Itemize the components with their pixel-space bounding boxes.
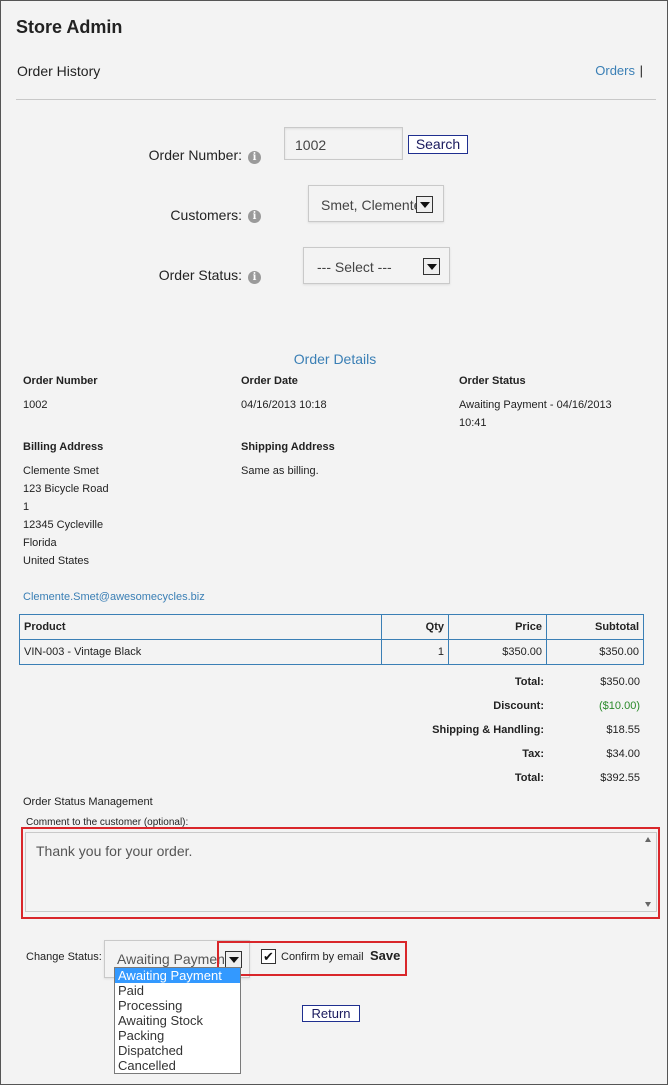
nav-separator: | (639, 63, 643, 78)
order-number-heading: Order Number (23, 375, 98, 387)
return-button[interactable]: Return (302, 1005, 360, 1022)
order-status-value-time: 10:41 (459, 417, 487, 429)
order-date-heading: Order Date (241, 375, 298, 387)
highlight-frame (21, 827, 660, 919)
app-title: Store Admin (16, 17, 123, 37)
status-option[interactable]: Awaiting Stock (115, 1013, 240, 1028)
nav-orders-link[interactable]: Orders (595, 63, 635, 78)
billing-line: 12345 Cycleville (23, 519, 104, 531)
column-header-subtotal: Subtotal (546, 614, 644, 640)
change-status-value: Awaiting Payment (117, 951, 229, 967)
billing-line: 1 (23, 501, 30, 513)
info-icon: i (248, 210, 261, 223)
status-management-title: Order Status Management (23, 796, 153, 808)
page-title: Order History (17, 63, 101, 79)
order-status-label: Order Status: (158, 267, 242, 283)
order-date-value: 04/16/2013 10:18 (241, 399, 327, 411)
column-header-product: Product (19, 614, 382, 640)
billing-line: United States (23, 555, 90, 567)
order-number-value: 1002 (23, 399, 48, 411)
customer-email-link[interactable]: Clemente.Smet@awesomecycles.biz (23, 591, 205, 603)
products-table: Product Qty Price Subtotal VIN-003 - Vin… (19, 614, 644, 665)
order-number-input[interactable]: 1002 (284, 127, 403, 160)
order-status-select[interactable]: --- Select --- (303, 247, 450, 284)
customers-select-value: Smet, Clemente (321, 197, 422, 213)
status-options-list[interactable]: Awaiting Payment Paid Processing Awaitin… (114, 967, 241, 1074)
discount-label: Discount: (493, 700, 544, 712)
change-status-label: Change Status: (26, 951, 102, 963)
header-divider (16, 99, 656, 100)
tax-value: $34.00 (606, 748, 640, 760)
status-option[interactable]: Cancelled (115, 1058, 240, 1073)
status-option[interactable]: Paid (115, 983, 240, 998)
grand-total-value: $392.55 (600, 772, 640, 784)
order-status-select-value: --- Select --- (317, 259, 392, 275)
search-button[interactable]: Search (408, 135, 468, 154)
qty-cell: 1 (381, 639, 449, 665)
billing-address: Clemente Smet 123 Bicycle Road 1 12345 C… (23, 462, 109, 570)
price-cell: $350.00 (448, 639, 547, 665)
shipping-handling-label: Shipping & Handling: (432, 724, 544, 736)
chevron-down-icon[interactable] (416, 196, 433, 213)
billing-address-heading: Billing Address (23, 441, 104, 453)
order-details-title: Order Details (293, 351, 377, 367)
discount-value: ($10.00) (599, 700, 640, 712)
shipping-address-value: Same as billing. (241, 465, 319, 477)
column-header-price: Price (448, 614, 547, 640)
status-option[interactable]: Processing (115, 998, 240, 1013)
shipping-address-heading: Shipping Address (241, 441, 335, 453)
product-cell: VIN-003 - Vintage Black (19, 639, 382, 665)
billing-line: Clemente Smet (23, 465, 99, 477)
status-option[interactable]: Packing (115, 1028, 240, 1043)
status-option[interactable]: Dispatched (115, 1043, 240, 1058)
subtotal-cell: $350.00 (546, 639, 644, 665)
total-value: $350.00 (600, 676, 640, 688)
order-status-value: Awaiting Payment - 04/16/2013 (459, 399, 612, 411)
table-header-row: Product Qty Price Subtotal (19, 614, 644, 640)
order-status-heading: Order Status (459, 375, 526, 387)
customers-label: Customers: (170, 207, 242, 223)
chevron-down-icon[interactable] (423, 258, 440, 275)
info-icon: i (248, 271, 261, 284)
info-icon: i (248, 151, 261, 164)
shipping-handling-value: $18.55 (606, 724, 640, 736)
total-label: Total: (514, 676, 544, 688)
column-header-qty: Qty (381, 614, 449, 640)
customers-select[interactable]: Smet, Clemente (308, 185, 444, 222)
order-number-label: Order Number: (148, 147, 242, 163)
status-option[interactable]: Awaiting Payment (115, 968, 240, 983)
billing-line: 123 Bicycle Road (23, 483, 109, 495)
table-row: VIN-003 - Vintage Black 1 $350.00 $350.0… (19, 639, 644, 665)
highlight-frame (217, 941, 407, 976)
grand-total-label: Total: (514, 772, 544, 784)
tax-label: Tax: (522, 748, 544, 760)
billing-line: Florida (23, 537, 57, 549)
